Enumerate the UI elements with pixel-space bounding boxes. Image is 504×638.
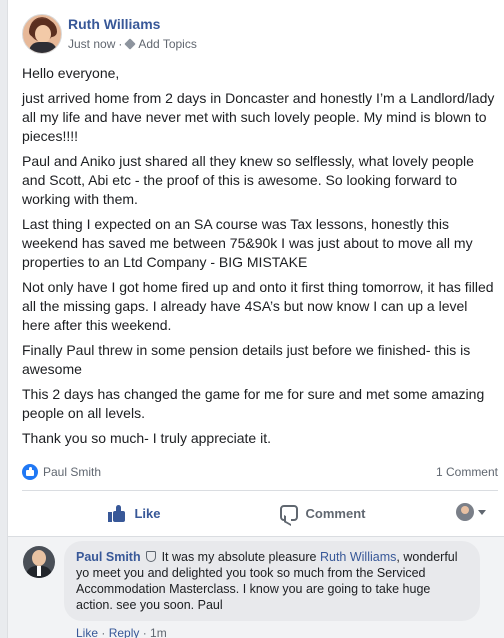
comment-like-link[interactable]: Like xyxy=(76,626,98,638)
comment-action-separator: · xyxy=(139,626,151,638)
comment-bubble: Paul Smith It was my absolute pleasure R… xyxy=(64,541,480,621)
reactions-bar: Paul Smith 1 Comment xyxy=(22,462,498,482)
comment-author-name[interactable]: Paul Smith xyxy=(76,550,141,564)
comment-count-link[interactable]: 1 Comment xyxy=(436,465,498,479)
post-paragraph: This 2 days has changed the game for me … xyxy=(22,386,485,421)
post-paragraph: Finally Paul threw in some pension detai… xyxy=(22,342,471,377)
commenter-avatar[interactable] xyxy=(23,546,55,578)
post-paragraph: Last thing I expected on an SA course wa… xyxy=(22,216,473,270)
post-paragraph: Paul and Aniko just shared all they knew… xyxy=(22,153,474,207)
post-meta: Just now · Add Topics xyxy=(68,37,197,51)
admin-shield-icon xyxy=(146,551,157,562)
divider xyxy=(22,490,498,491)
post-card: Ruth Williams Just now · Add Topics Hell… xyxy=(7,0,504,638)
like-reaction-icon xyxy=(22,464,38,480)
post-paragraph: Thank you so much- I truly appreciate it… xyxy=(22,430,271,446)
post-actions: Like Comment xyxy=(22,497,498,529)
avatar-face xyxy=(35,25,51,43)
comment-actions: Like · Reply · 1m xyxy=(76,626,167,638)
post-as-selector[interactable] xyxy=(456,503,486,521)
avatar-shirt xyxy=(29,42,57,53)
like-button[interactable]: Like xyxy=(22,497,247,529)
comments-section: Paul Smith It was my absolute pleasure R… xyxy=(8,536,504,638)
meta-separator: · xyxy=(118,37,123,51)
like-label: Like xyxy=(134,505,161,521)
post-paragraph: Not only have I got home fired up and on… xyxy=(22,279,494,333)
comment-bubble-icon xyxy=(279,505,298,521)
post-paragraph: Hello everyone, xyxy=(22,65,120,81)
comment-text: It was my absolute pleasure xyxy=(161,550,320,564)
post-paragraph: just arrived home from 2 days in Doncast… xyxy=(22,90,495,144)
comment-mention-link[interactable]: Ruth Williams xyxy=(320,550,396,564)
comment-reply-link[interactable]: Reply xyxy=(109,626,140,638)
post-timestamp[interactable]: Just now xyxy=(68,37,115,51)
comment-age[interactable]: 1m xyxy=(150,626,167,638)
thumbs-up-icon xyxy=(108,504,126,522)
chevron-down-icon xyxy=(478,509,486,515)
reaction-summary[interactable]: Paul Smith xyxy=(22,464,101,480)
post-header: Ruth Williams Just now · Add Topics xyxy=(22,14,482,58)
author-avatar[interactable] xyxy=(22,14,62,54)
viewer-avatar-icon xyxy=(456,503,474,521)
post-author-name[interactable]: Ruth Williams xyxy=(68,16,160,32)
tag-icon xyxy=(125,39,135,49)
comment-action-separator: · xyxy=(98,626,109,638)
add-topics-link[interactable]: Add Topics xyxy=(138,37,196,51)
comment-label: Comment xyxy=(305,505,366,521)
comment-button[interactable]: Comment xyxy=(247,497,398,529)
reactor-name[interactable]: Paul Smith xyxy=(43,465,101,479)
post-body: Hello everyone, just arrived home from 2… xyxy=(22,64,498,454)
